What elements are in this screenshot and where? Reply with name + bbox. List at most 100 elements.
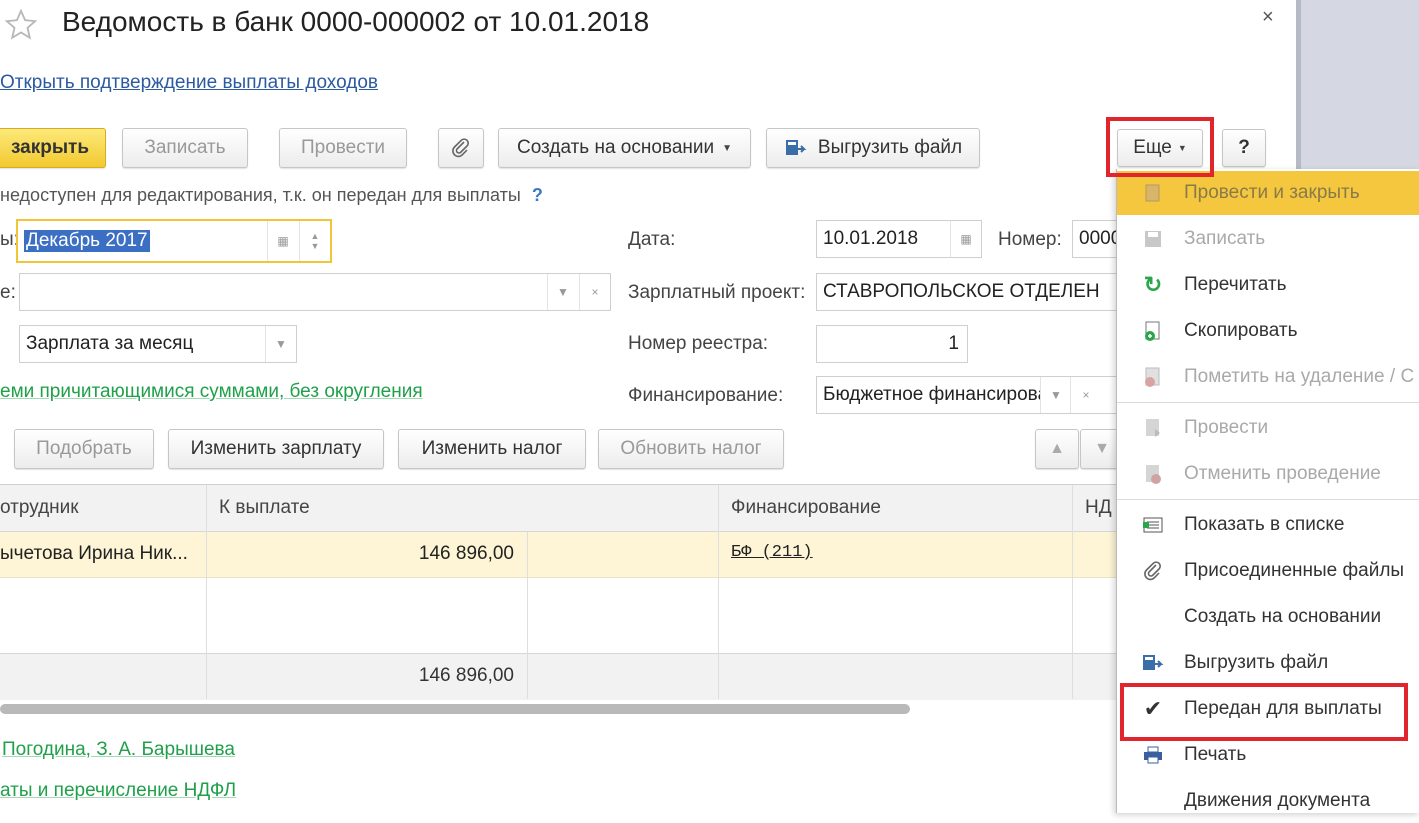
clear-icon[interactable]: ×: [1070, 377, 1101, 413]
pick-button[interactable]: Подобрать: [14, 429, 154, 469]
change-tax-button[interactable]: Изменить налог: [398, 429, 586, 469]
export-icon: [1141, 651, 1165, 675]
table-header: [0, 485, 1130, 532]
change-tax-label: Изменить налог: [421, 438, 563, 459]
notice-help-icon[interactable]: ?: [532, 185, 543, 205]
create-based-label: Создать на основании: [516, 137, 715, 158]
total-amount: 146 896,00: [418, 665, 514, 686]
payment-type-value: Зарплата за месяц: [26, 333, 194, 354]
salary-project-label: Зарплатный проект:: [628, 282, 806, 303]
menu-item-create-based[interactable]: Создать на основании: [1117, 595, 1419, 639]
menu-label: Создать на основании: [1184, 606, 1382, 627]
organization-label: е:: [0, 282, 16, 303]
post-close-label: закрыть: [10, 137, 90, 158]
header-financing[interactable]: Финансирование: [731, 497, 881, 519]
menu-item-save[interactable]: Записать: [1117, 217, 1419, 261]
annotation-highlight-more: [1106, 117, 1214, 177]
unpost-icon: [1141, 462, 1165, 486]
post-close-button[interactable]: закрыть: [0, 128, 106, 168]
clear-icon[interactable]: ×: [579, 274, 610, 310]
printer-icon: [1141, 743, 1165, 767]
menu-label: Печать: [1184, 744, 1247, 765]
chevron-down-icon[interactable]: ▼: [265, 326, 296, 362]
attach-button[interactable]: [438, 128, 484, 168]
header-ndfl[interactable]: НД: [1085, 497, 1112, 519]
update-tax-button[interactable]: Обновить налог: [598, 429, 784, 469]
readonly-notice: недоступен для редактирования, т.к. он п…: [0, 185, 543, 206]
date-label: Дата:: [628, 229, 676, 250]
period-spinner[interactable]: ▲ ▼: [299, 221, 330, 261]
menu-label: Записать: [1184, 228, 1266, 249]
menu-label: Выгрузить файл: [1184, 652, 1329, 673]
save-label: Записать: [144, 137, 226, 158]
change-salary-button[interactable]: Изменить зарплату: [168, 429, 384, 469]
registry-value: 1: [948, 333, 959, 354]
mark-delete-icon: [1141, 365, 1165, 389]
menu-item-export-file[interactable]: Выгрузить файл: [1117, 641, 1419, 685]
chevron-down-icon[interactable]: ▼: [547, 274, 578, 310]
save-icon: [1141, 227, 1165, 251]
open-confirmation-link[interactable]: Открыть подтверждение выплаты доходов: [0, 72, 378, 94]
move-up-button[interactable]: ▲: [1035, 429, 1079, 469]
menu-label: Движения документа: [1184, 790, 1371, 811]
payments-link[interactable]: аты и перечисление НДФЛ: [0, 780, 236, 802]
amounts-mode-link[interactable]: еми причитающимися суммами, без округлен…: [0, 381, 423, 403]
help-button[interactable]: ?: [1222, 129, 1266, 167]
header-employee[interactable]: отрудник: [0, 497, 79, 519]
payment-type-field[interactable]: Зарплата за месяц ▼: [19, 325, 297, 363]
menu-item-mark-delete[interactable]: Пометить на удаление / С: [1117, 355, 1419, 399]
period-field[interactable]: Декабрь 2017 ▦ ▲ ▼: [16, 219, 332, 263]
export-file-label: Выгрузить файл: [817, 137, 963, 158]
readonly-notice-text: недоступен для редактирования, т.к. он п…: [0, 185, 521, 205]
menu-item-post[interactable]: Провести: [1117, 406, 1419, 450]
salary-project-value: СТАВРОПОЛЬСКОЕ ОТДЕЛЕН: [823, 281, 1100, 302]
annotation-highlight-transferred: [1120, 683, 1408, 741]
horizontal-scrollbar[interactable]: [0, 704, 910, 714]
menu-item-copy[interactable]: Скопировать: [1117, 309, 1419, 353]
calendar-icon[interactable]: ▦: [267, 221, 298, 261]
row-financing[interactable]: БФ (211): [731, 543, 813, 562]
paperclip-icon: [452, 138, 469, 158]
export-file-button[interactable]: Выгрузить файл: [766, 128, 980, 168]
menu-label: Пометить на удаление / С: [1184, 366, 1415, 387]
menu-item-unpost[interactable]: Отменить проведение: [1117, 452, 1419, 496]
period-value: Декабрь 2017: [24, 230, 150, 252]
salary-project-field[interactable]: СТАВРОПОЛЬСКОЕ ОТДЕЛЕН: [816, 273, 1132, 311]
menu-label: Провести: [1184, 417, 1269, 438]
menu-item-reload[interactable]: ↻ Перечитать: [1117, 263, 1419, 307]
menu-label: Отменить проведение: [1184, 463, 1381, 484]
table-footer: [0, 653, 1130, 700]
create-based-button[interactable]: Создать на основании ▼: [498, 128, 751, 168]
change-salary-label: Изменить зарплату: [190, 438, 362, 459]
number-value: 0000: [1079, 228, 1122, 249]
employees-table: отрудник К выплате Финансирование НД ыче…: [0, 484, 1130, 721]
signers-link[interactable]: Погодина, З. А. Барышева: [2, 739, 235, 761]
date-value: 10.01.2018: [823, 228, 919, 249]
post-close-icon: [1141, 181, 1165, 205]
row-employee: ычетова Ирина Ник...: [0, 543, 188, 564]
help-label: ?: [1238, 137, 1250, 158]
menu-item-document-movements[interactable]: Движения документа: [1117, 779, 1419, 823]
post-label: Провести: [300, 137, 386, 158]
menu-item-attached-files[interactable]: Присоединенные файлы: [1117, 549, 1419, 593]
chevron-down-icon[interactable]: ▼: [1040, 377, 1071, 413]
organization-field[interactable]: ▼ ×: [19, 273, 611, 311]
calendar-icon[interactable]: ▦: [950, 221, 981, 257]
registry-field[interactable]: 1: [816, 325, 968, 363]
header-amount[interactable]: К выплате: [219, 497, 310, 519]
post-icon: [1141, 416, 1165, 440]
favorite-star-icon[interactable]: [4, 8, 38, 42]
export-icon: [785, 140, 807, 155]
window-title: Ведомость в банк 0000-000002 от 10.01.20…: [62, 6, 650, 37]
registry-label: Номер реестра:: [628, 333, 769, 354]
financing-field[interactable]: Бюджетное финансирова ▼ ×: [816, 376, 1132, 414]
update-tax-label: Обновить налог: [620, 438, 762, 459]
close-icon[interactable]: ×: [1262, 6, 1274, 29]
date-field[interactable]: 10.01.2018 ▦: [816, 220, 982, 258]
menu-item-post-close[interactable]: Провести и закрыть: [1117, 171, 1419, 215]
post-button[interactable]: Провести: [279, 128, 407, 168]
menu-item-show-list[interactable]: Показать в списке: [1117, 503, 1419, 547]
menu-label: Перечитать: [1184, 274, 1287, 295]
document-window: Ведомость в банк 0000-000002 от 10.01.20…: [0, 0, 1296, 813]
save-button[interactable]: Записать: [122, 128, 248, 168]
